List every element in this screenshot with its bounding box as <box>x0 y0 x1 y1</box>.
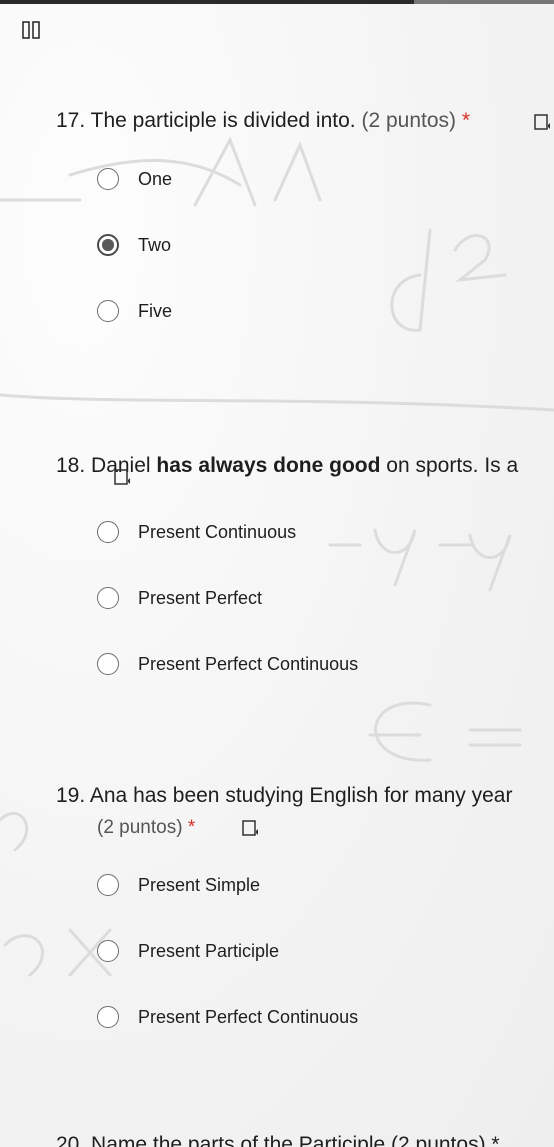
radio-button[interactable] <box>97 587 119 609</box>
option-five[interactable]: Five <box>97 297 172 325</box>
question-17-title: 17. The participle is divided into. (2 p… <box>56 108 470 134</box>
option-label: Five <box>138 300 173 321</box>
question-points: (2 puntos) <box>97 817 183 838</box>
required-asterisk: * <box>187 817 196 838</box>
chalkboard-background <box>0 136 554 977</box>
question-text: 17. The participle is divided into. <box>56 109 356 132</box>
option-present-continuous[interactable]: Present Continuous <box>97 518 296 546</box>
question-19-title: 19. Ana has been studying English for ma… <box>56 783 512 809</box>
option-present-perfect-continuous-2[interactable]: Present Perfect Continuous <box>97 1003 358 1031</box>
immersive-reader-icon[interactable] <box>112 466 134 488</box>
option-present-perfect-continuous[interactable]: Present Perfect Continuous <box>97 650 358 678</box>
option-label: One <box>138 168 173 189</box>
option-label: Two <box>138 234 172 255</box>
radio-button[interactable] <box>97 940 119 962</box>
question-19-points-line: (2 puntos) * <box>97 815 195 841</box>
option-present-simple[interactable]: Present Simple <box>97 871 260 899</box>
radio-button-selected[interactable] <box>97 234 119 256</box>
option-present-perfect[interactable]: Present Perfect <box>97 584 262 612</box>
question-text: 19. Ana has been studying English for ma… <box>56 784 513 807</box>
radio-button[interactable] <box>97 300 119 322</box>
option-one[interactable]: One <box>97 165 172 193</box>
option-label: Present Simple <box>138 874 261 895</box>
option-label: Present Perfect Continuous <box>138 653 359 674</box>
required-asterisk: * <box>461 109 471 132</box>
question-text-bold: has always done good <box>156 454 381 477</box>
question-20-title-cutoff: 20. Name the parts of the Participle (2 … <box>56 1133 500 1147</box>
radio-button[interactable] <box>97 168 119 190</box>
immersive-reader-icon[interactable] <box>240 817 262 839</box>
option-label: Present Perfect <box>138 587 263 608</box>
top-progress-bar <box>0 0 554 4</box>
radio-button[interactable] <box>97 1006 119 1028</box>
question-text-tail: on sports. Is a <box>380 454 519 477</box>
option-label: Present Continuous <box>138 521 297 542</box>
radio-button[interactable] <box>97 874 119 896</box>
radio-button[interactable] <box>97 653 119 675</box>
question-text: 18. Daniel <box>56 454 157 477</box>
option-two[interactable]: Two <box>97 231 171 259</box>
radio-button[interactable] <box>97 521 119 543</box>
option-label: Present Perfect Continuous <box>138 1006 359 1027</box>
pause-icon[interactable] <box>19 18 43 42</box>
question-points: (2 puntos) <box>361 109 457 132</box>
option-label: Present Participle <box>138 940 280 961</box>
option-present-participle[interactable]: Present Participle <box>97 937 279 965</box>
immersive-reader-icon[interactable] <box>532 111 554 133</box>
